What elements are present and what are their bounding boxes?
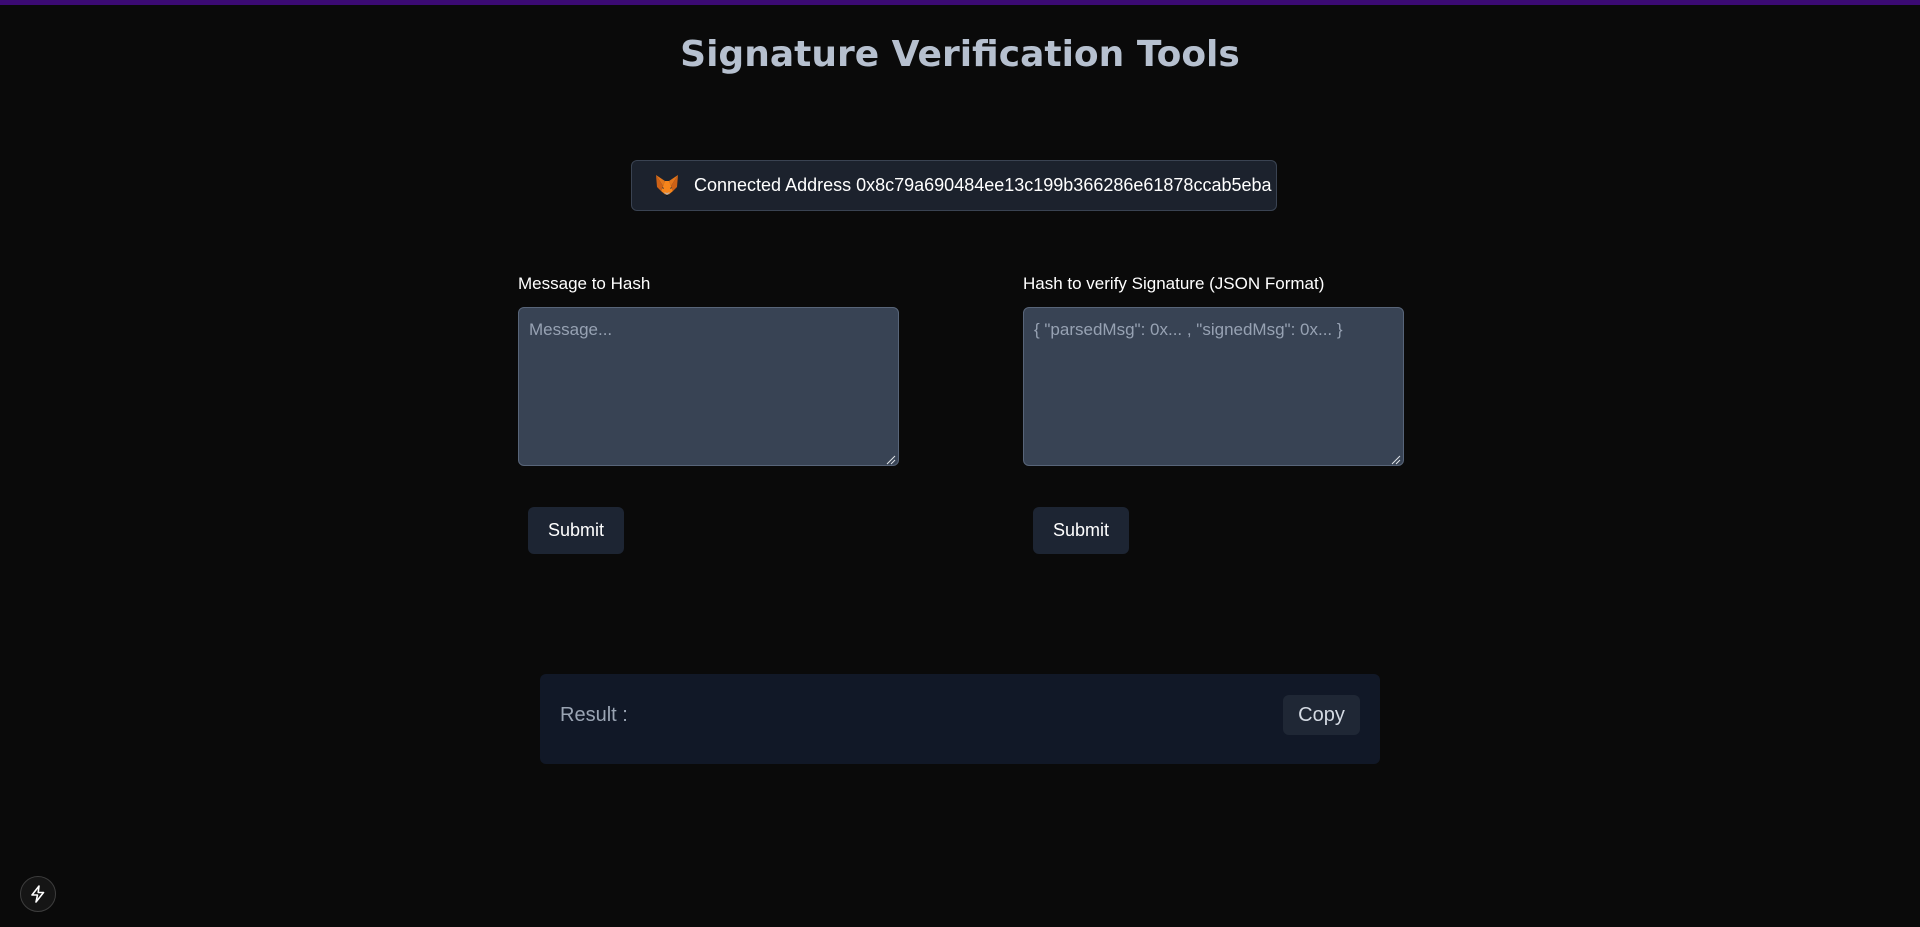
top-accent-bar <box>0 0 1920 5</box>
connected-address-badge: Connected Address 0x8c79a690484ee13c199b… <box>631 160 1277 211</box>
copy-button[interactable]: Copy <box>1283 695 1360 735</box>
resize-grip-icon[interactable] <box>1391 455 1401 465</box>
signature-json-input[interactable] <box>1023 307 1404 466</box>
message-to-hash-label: Message to Hash <box>518 274 651 293</box>
metamask-fox-icon <box>654 173 680 199</box>
result-panel: Result : Copy <box>540 674 1380 764</box>
resize-grip-icon[interactable] <box>886 455 896 465</box>
verify-submit-button[interactable]: Submit <box>1033 507 1129 554</box>
hash-submit-button[interactable]: Submit <box>528 507 624 554</box>
connected-address-text: Connected Address 0x8c79a690484ee13c199b… <box>694 175 1272 195</box>
page-title: Signature Verification Tools <box>680 34 1240 75</box>
message-input[interactable] <box>518 307 899 466</box>
lightning-bolt-icon <box>31 885 45 903</box>
dev-tools-badge[interactable] <box>20 876 56 912</box>
result-label: Result : <box>560 704 628 726</box>
verify-signature-label: Hash to verify Signature (JSON Format) <box>1023 274 1325 293</box>
